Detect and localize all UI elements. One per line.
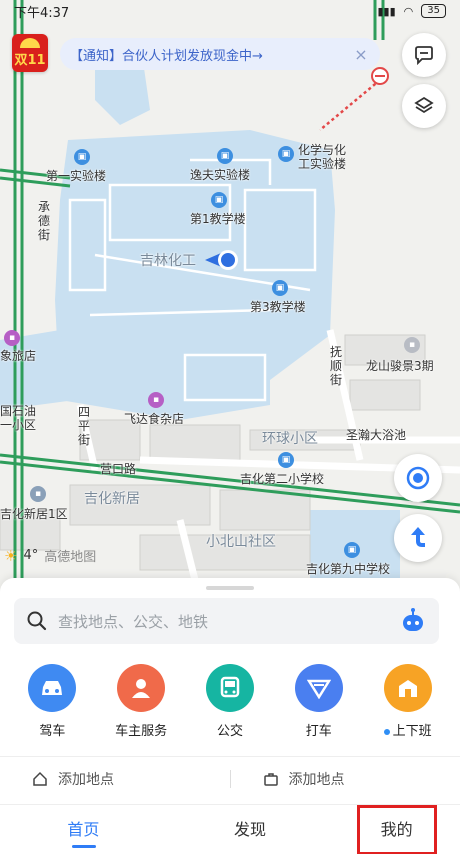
status-icons: ▮▮▮ ◠ 35: [377, 4, 446, 18]
brand-watermark: 高德地图: [44, 550, 97, 565]
commute-icon: [383, 664, 432, 712]
map-label-campus[interactable]: 吉林化工: [140, 250, 196, 270]
tab-discover[interactable]: 发现: [195, 810, 305, 850]
voice-assistant-icon[interactable]: [399, 607, 427, 635]
notice-banner[interactable]: 【通知】合伙人计划发放现金中→ ×: [60, 38, 380, 70]
map-canvas: [0, 0, 460, 600]
school-poi-icon[interactable]: ▣: [217, 148, 233, 164]
layers-button[interactable]: [402, 84, 446, 128]
hotel-poi-icon[interactable]: ▪: [4, 330, 20, 346]
sun-icon: ☀: [4, 546, 18, 565]
school-poi-icon[interactable]: ▣: [211, 192, 227, 208]
school-poi-icon[interactable]: ▣: [278, 146, 294, 162]
promo-logo[interactable]: 双11: [12, 34, 48, 72]
school-poi-icon[interactable]: ▣: [272, 280, 288, 296]
new-dot-icon: [383, 728, 390, 735]
map-label-jiuzhong[interactable]: 吉化第九中学校: [306, 560, 390, 577]
map-label-street-siping: 四平街: [78, 405, 91, 447]
briefcase-icon: [263, 772, 278, 786]
map-label-longshan[interactable]: 龙山骏景3期: [366, 357, 434, 374]
sheet-handle[interactable]: [206, 586, 254, 590]
quick-owner-service-label: 车主服务: [115, 724, 168, 739]
shop-poi-icon[interactable]: ▪: [404, 337, 420, 353]
map-view[interactable]: ▣ 第一实验楼 ▣ 逸夫实验楼 ▣ 化学与化 工实验楼 ▣ 第1教学楼 吉林化工…: [0, 0, 460, 600]
tab-home[interactable]: 首页: [28, 810, 138, 850]
battery-icon: 35: [421, 4, 446, 18]
bottom-sheet[interactable]: 查找地点、公交、地铁 驾车 车主服务 公交 打车 上下班 添加地点 添加地点 首…: [0, 578, 460, 854]
add-work-place[interactable]: 添加地点: [231, 769, 460, 789]
add-home-place[interactable]: 添加地点: [0, 769, 230, 789]
close-icon[interactable]: ×: [352, 45, 370, 64]
add-home-label: 添加地点: [58, 771, 114, 788]
bottom-tab-bar: 首页 发现 我的: [0, 804, 460, 854]
promo-label: 双11: [14, 53, 46, 68]
bus-icon: [205, 664, 254, 712]
map-label-erxiao[interactable]: 吉化第二小学校: [240, 470, 324, 487]
map-label-teach1[interactable]: 第1教学楼: [190, 210, 246, 227]
quick-taxi-label: 打车: [305, 724, 332, 739]
quick-drive[interactable]: 驾车: [12, 664, 92, 739]
quick-bus[interactable]: 公交: [190, 664, 270, 739]
route-arrow-icon: [411, 527, 425, 547]
map-label-street-yingkou: 营口路: [100, 462, 137, 476]
map-label-teach3[interactable]: 第3教学楼: [250, 298, 306, 315]
quick-drive-label: 驾车: [39, 724, 66, 739]
weather-temp: 4°: [23, 548, 39, 563]
map-label-lab1[interactable]: 第一实验楼: [46, 167, 106, 184]
status-bar: 下午4:37 ▮▮▮ ◠ 35: [0, 0, 460, 22]
quick-bus-label: 公交: [216, 724, 243, 739]
signal-icon: ▮▮▮: [377, 4, 396, 18]
route-button[interactable]: [394, 514, 442, 562]
map-label-jihuaxinju[interactable]: 吉化新居: [84, 488, 140, 508]
school-poi-icon[interactable]: ▣: [278, 452, 294, 468]
locate-icon: [406, 466, 430, 490]
map-label-feida[interactable]: 飞达食杂店: [124, 410, 184, 427]
community-poi-icon[interactable]: ▪: [30, 486, 46, 502]
wifi-icon: ◠: [403, 4, 414, 18]
car-icon: [28, 664, 77, 712]
status-time: 下午4:37: [14, 5, 70, 21]
map-label-yifu[interactable]: 逸夫实验楼: [190, 166, 250, 183]
shop-poi-icon[interactable]: ▪: [148, 392, 164, 408]
map-label-xinju1[interactable]: 吉化新居1区: [0, 505, 68, 522]
chat-icon: [415, 46, 433, 66]
search-icon: [27, 611, 47, 631]
locate-button[interactable]: [394, 454, 442, 502]
commute-text: 上下班: [392, 724, 432, 739]
home-icon: [33, 771, 47, 786]
map-label-street-chengde: 承德街: [38, 200, 51, 242]
layers-icon: [414, 96, 434, 114]
weather-widget[interactable]: ☀ 4° 高德地图: [4, 546, 97, 566]
map-label-xiaobei[interactable]: 小北山社区: [206, 531, 276, 551]
school-poi-icon[interactable]: ▣: [344, 542, 360, 558]
school-poi-icon[interactable]: ▣: [74, 149, 90, 165]
map-label-shiyou[interactable]: 国石油 一小区: [0, 404, 36, 432]
quick-commute-label: 上下班: [383, 720, 432, 739]
tab-mine[interactable]: 我的: [356, 804, 437, 854]
notice-text[interactable]: 【通知】合伙人计划发放现金中→: [70, 45, 352, 64]
quick-commute[interactable]: 上下班: [368, 664, 448, 739]
search-placeholder[interactable]: 查找地点、公交、地铁: [58, 611, 399, 632]
search-bar[interactable]: 查找地点、公交、地铁: [14, 598, 439, 644]
map-label-huanqiu[interactable]: 环球小区: [262, 428, 318, 448]
quick-owner-service[interactable]: 车主服务: [101, 664, 181, 739]
quick-actions: 驾车 车主服务 公交 打车 上下班: [0, 664, 460, 739]
add-work-label: 添加地点: [288, 771, 345, 788]
map-label-street-fushun: 抚顺街: [330, 345, 343, 387]
car-owner-icon: [117, 664, 166, 712]
taxi-icon: [294, 664, 343, 712]
favorite-places-row: 添加地点 添加地点: [0, 756, 460, 800]
map-label-hotel[interactable]: 象旅店: [0, 347, 36, 364]
message-button[interactable]: [402, 33, 446, 77]
quick-taxi[interactable]: 打车: [279, 664, 359, 739]
map-label-chem[interactable]: 化学与化 工实验楼: [298, 143, 346, 171]
map-label-shengyu[interactable]: 圣瀚大浴池: [346, 426, 406, 443]
